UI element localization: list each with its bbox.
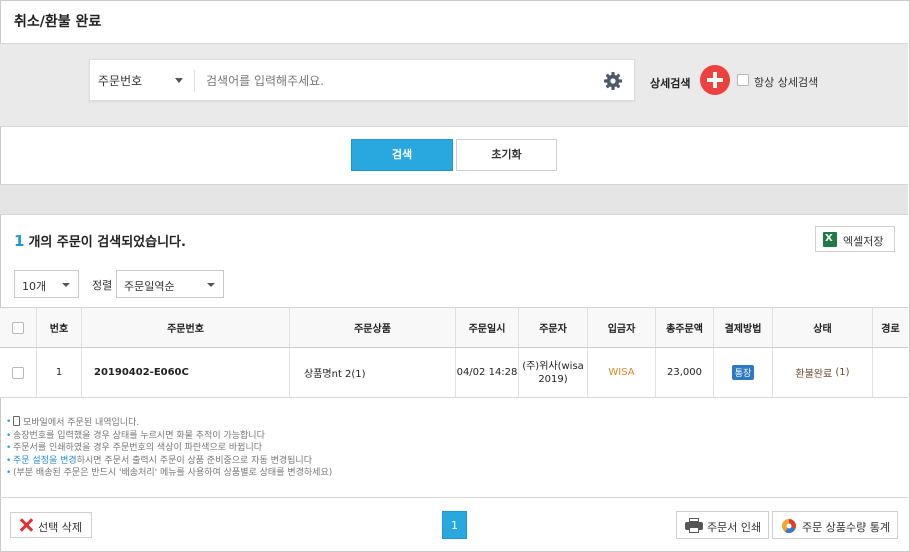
excel-icon	[823, 232, 837, 247]
delete-selected-label: 선택 삭제	[38, 521, 82, 534]
search-field-value: 주문번호	[98, 74, 143, 88]
table-row[interactable]: 1 20190402-E060C 상품명nt 2(1) 04/02 14:28 …	[0, 348, 908, 398]
gear-icon[interactable]	[603, 71, 623, 91]
sort-label: 정렬	[92, 279, 113, 292]
payment-badge: 통장	[731, 365, 755, 380]
help-notes: 모바일에서 주문된 내역입니다. 송장번호를 입력했을 경우 상태를 누르시면 …	[6, 416, 332, 480]
order-buyer[interactable]: (주)위사(wisa 2019)	[519, 348, 588, 397]
column-header[interactable]: 주문번호	[82, 308, 290, 347]
print-order-label: 주문서 인쇄	[707, 521, 762, 534]
column-header[interactable]: 입금자	[588, 308, 656, 347]
buyer-line-2: 2019)	[538, 373, 568, 385]
row-checkbox[interactable]	[12, 366, 24, 379]
chevron-down-icon	[207, 283, 215, 287]
section-divider-band	[0, 185, 908, 215]
always-detail-checkbox[interactable]	[737, 74, 749, 86]
pie-chart-icon	[782, 519, 796, 534]
note-setting: 주문 설정을 변경하시면 주문서 출력시 주문이 상품 준비중으로 자동 변경됩…	[6, 455, 332, 468]
chevron-down-icon	[175, 78, 183, 83]
note-printed: 주문서를 인쇄하였을 경우 주문번호의 색상이 파란색으로 바뀝니다	[6, 442, 332, 455]
payment-method-cell: 통장	[714, 348, 773, 397]
result-count-text: 개의 주문이 검색되었습니다.	[28, 235, 186, 250]
chevron-down-icon	[62, 283, 70, 287]
detail-search-plus-icon[interactable]	[700, 65, 730, 95]
result-count-number: 1	[14, 232, 25, 250]
order-total: 23,000	[656, 348, 714, 397]
row-select-cell	[0, 348, 37, 397]
printer-icon	[685, 518, 703, 533]
order-status[interactable]: 환불완료 (1)	[773, 348, 873, 397]
column-header[interactable]: 경로	[873, 308, 908, 347]
search-field-select[interactable]: 주문번호	[98, 72, 193, 90]
note-setting-text: 하시면 주문서 출력시 주문이 상품 준비중으로 자동 변경됩니다	[76, 455, 312, 466]
column-header[interactable]: 상태	[773, 308, 873, 347]
column-header[interactable]: 주문일시	[456, 308, 519, 347]
table-header: 번호 주문번호 주문상품 주문일시 주문자 입금자 총주문액 결제방법 상태 경…	[0, 307, 908, 348]
divider	[194, 70, 195, 92]
select-all-checkbox[interactable]	[12, 321, 24, 334]
print-order-button[interactable]: 주문서 인쇄	[676, 511, 769, 539]
search-input[interactable]	[206, 70, 586, 92]
row-number: 1	[37, 348, 82, 397]
sort-value: 주문일역순	[124, 280, 175, 293]
excel-save-label: 엑셀저장	[843, 235, 884, 248]
detail-search-label: 상세검색	[650, 77, 691, 90]
search-box: 주문번호	[89, 59, 635, 101]
delete-selected-button[interactable]: 선택 삭제	[10, 512, 92, 538]
always-detail-label: 항상 상세검색	[754, 76, 819, 89]
search-panel: 주문번호 상세검색 항상 상세검색	[0, 44, 908, 127]
column-header[interactable]: 결제방법	[714, 308, 773, 347]
pagination-page[interactable]: 1	[442, 511, 467, 539]
page-title: 취소/환불 완료	[14, 14, 102, 30]
order-number-link[interactable]: 20190402-E060C	[82, 348, 290, 397]
excel-save-button[interactable]: 엑셀저장	[815, 226, 895, 252]
note-mobile-text: 모바일에서 주문된 내역입니다.	[23, 418, 140, 428]
buyer-line-1: (주)위사(wisa	[522, 360, 584, 372]
page-size-select[interactable]: 10개	[14, 270, 79, 298]
note-partial: (부분 배송된 주문은 반드시 '배송처리' 메뉴를 사용하여 상품별로 상태를…	[6, 467, 332, 480]
sort-select[interactable]: 주문일역순	[116, 270, 224, 298]
order-setting-link[interactable]: 주문 설정을 변경	[13, 456, 77, 466]
note-tracking: 송장번호를 입력했을 경우 상태를 누르시면 화물 추적이 가능합니다	[6, 430, 332, 443]
page-size-value: 10개	[22, 280, 47, 293]
product-stats-button[interactable]: 주문 상품수량 통계	[772, 511, 898, 539]
select-all-cell	[0, 308, 37, 347]
close-icon	[19, 518, 33, 532]
product-stats-label: 주문 상품수량 통계	[802, 521, 890, 534]
reset-button[interactable]: 초기화	[456, 139, 557, 171]
column-header[interactable]: 번호	[37, 308, 82, 347]
search-button[interactable]: 검색	[351, 139, 453, 171]
column-header[interactable]: 주문자	[519, 308, 588, 347]
status-count: (1)	[835, 367, 850, 378]
column-header[interactable]: 총주문액	[656, 308, 714, 347]
order-route	[873, 348, 908, 397]
order-depositor: WISA	[588, 348, 656, 397]
column-header[interactable]: 주문상품	[290, 308, 456, 347]
search-actions: 검색 초기화	[0, 127, 908, 185]
title-bar: 취소/환불 완료	[0, 0, 908, 44]
order-date: 04/02 14:28	[456, 348, 519, 397]
result-count: 1 개의 주문이 검색되었습니다.	[14, 231, 186, 250]
footer-bar: 선택 삭제 1 주문서 인쇄 주문 상품수량 통계	[0, 497, 908, 550]
status-label: 환불완료	[795, 369, 833, 380]
mobile-phone-icon	[13, 416, 20, 426]
order-product[interactable]: 상품명nt 2(1)	[290, 348, 456, 397]
note-mobile: 모바일에서 주문된 내역입니다.	[6, 416, 332, 430]
